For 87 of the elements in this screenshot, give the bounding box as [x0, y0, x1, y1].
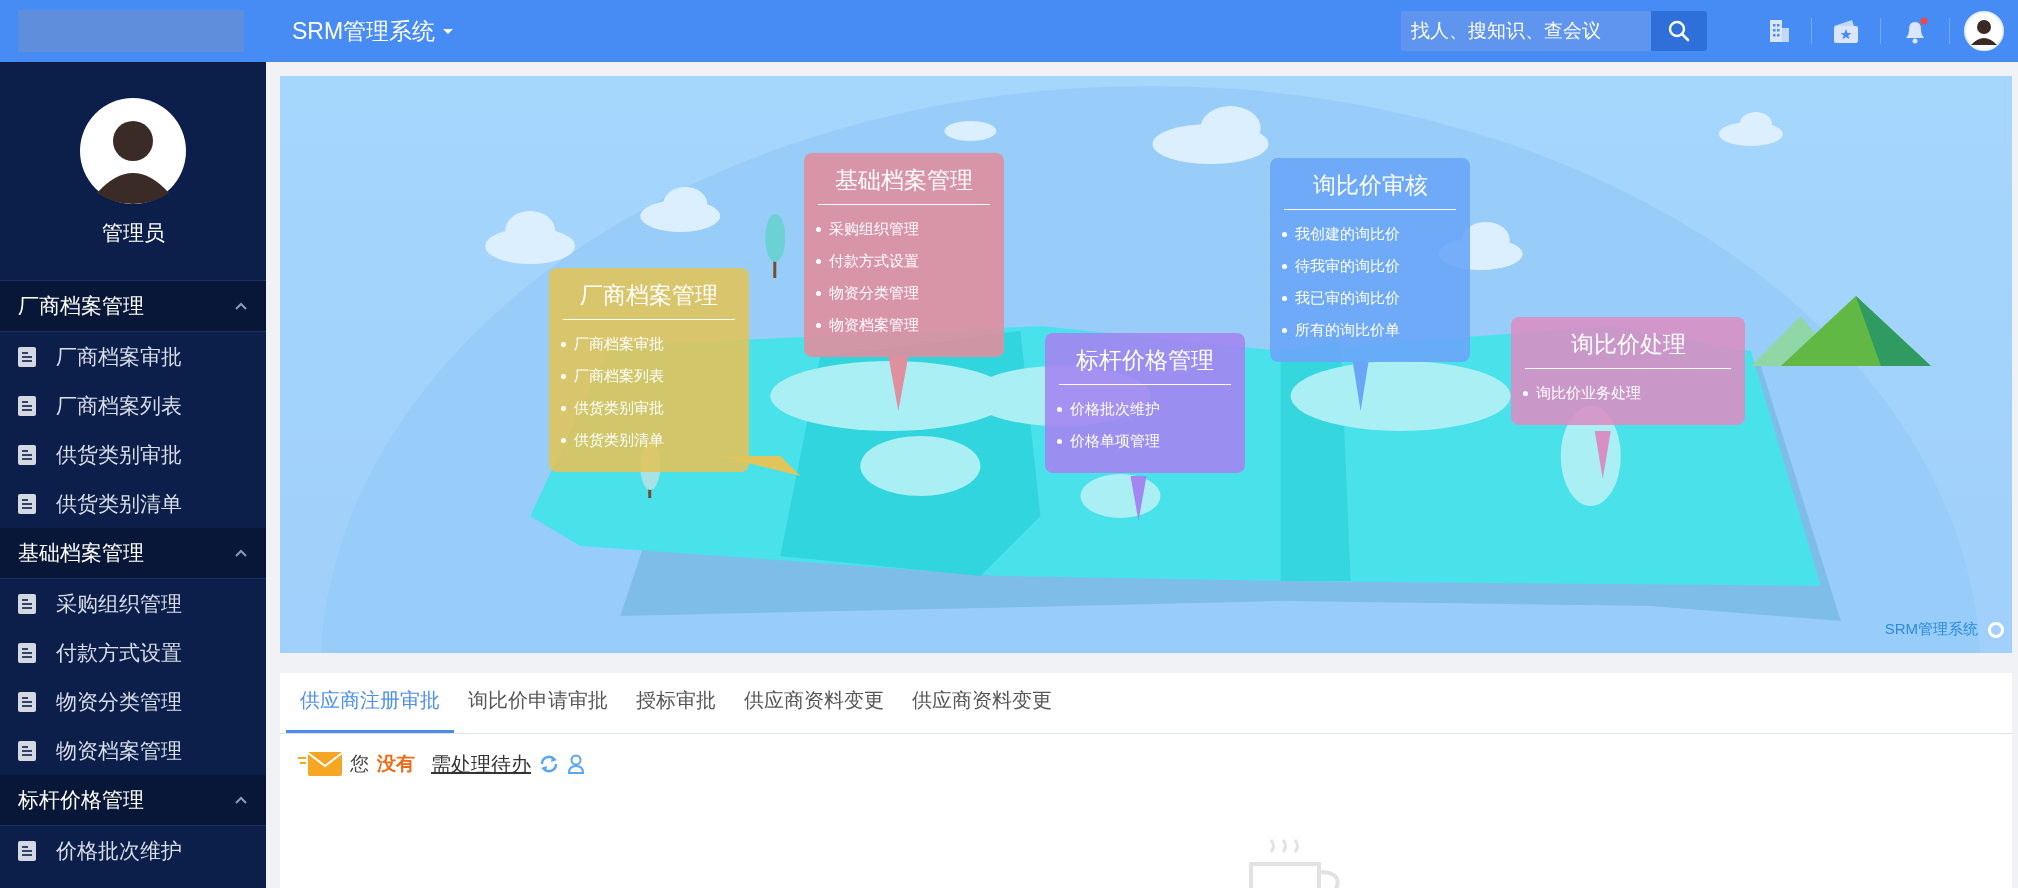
- task-count: 没有: [377, 752, 415, 776]
- bullet-icon: [561, 373, 566, 379]
- menu-item[interactable]: 采购组织管理: [0, 579, 266, 628]
- bullet-icon: [1282, 263, 1287, 269]
- module-card[interactable]: 基础档案管理 采购组织管理 付款方式设置 物资分类管理 物资档案管理: [804, 153, 1004, 357]
- menu-group-header[interactable]: 厂商档案管理: [0, 281, 266, 332]
- module-card[interactable]: 标杆价格管理 价格批次维护 价格单项管理: [1045, 333, 1245, 473]
- bullet-icon: [561, 341, 566, 347]
- card-title: 基础档案管理: [834, 166, 974, 195]
- bullet-icon: [816, 322, 821, 328]
- card-link[interactable]: 采购组织管理: [829, 219, 919, 239]
- document-icon: [18, 691, 36, 712]
- document-icon: [18, 642, 36, 663]
- tab[interactable]: 授标审批: [622, 673, 730, 733]
- avatar-icon[interactable]: [1964, 11, 2004, 51]
- envelope-icon: [298, 750, 342, 778]
- bullet-icon: [561, 405, 566, 411]
- bullet-icon: [816, 226, 821, 232]
- menu-group-header[interactable]: 基础档案管理: [0, 528, 266, 579]
- document-icon: [18, 593, 36, 614]
- tab[interactable]: 供应商资料变更: [730, 673, 898, 733]
- menu-item[interactable]: 价格批次维护: [0, 826, 266, 875]
- tab[interactable]: 供应商资料变更: [898, 673, 1066, 733]
- card-link[interactable]: 待我审的询比价: [1295, 256, 1400, 276]
- bullet-icon: [561, 437, 566, 443]
- document-icon: [18, 444, 36, 465]
- search-button[interactable]: [1651, 11, 1707, 51]
- chevron-up-icon: [234, 548, 248, 558]
- notice-text: 您: [350, 752, 369, 776]
- card-link[interactable]: 价格单项管理: [1070, 431, 1160, 451]
- avatar-icon: [79, 97, 187, 205]
- app-title-dropdown[interactable]: SRM管理系统: [292, 15, 454, 47]
- bullet-icon: [1282, 231, 1287, 237]
- document-icon: [18, 840, 36, 861]
- building-icon[interactable]: [1767, 18, 1791, 44]
- search-field[interactable]: 找人、搜知识、查会议: [1401, 11, 1651, 51]
- module-card[interactable]: 厂商档案管理 厂商档案审批 厂商档案列表 供货类别审批 供货类别清单: [549, 268, 749, 472]
- card-link[interactable]: 付款方式设置: [829, 251, 919, 271]
- card-link[interactable]: 物资分类管理: [829, 283, 919, 303]
- menu-item[interactable]: 物资分类管理: [0, 677, 266, 726]
- menu-item[interactable]: 供货类别清单: [0, 479, 266, 528]
- tab[interactable]: 供应商注册审批: [286, 673, 454, 733]
- card-link[interactable]: 价格批次维护: [1070, 399, 1160, 419]
- card-link[interactable]: 我已审的询比价: [1295, 288, 1400, 308]
- bullet-icon: [1282, 327, 1287, 333]
- document-icon: [18, 493, 36, 514]
- bullet-icon: [816, 258, 821, 264]
- card-link[interactable]: 厂商档案审批: [574, 334, 664, 354]
- menu-item[interactable]: 物资档案管理: [0, 726, 266, 775]
- banner-caption: SRM管理系统: [1884, 620, 1978, 639]
- card-link[interactable]: 我创建的询比价: [1295, 224, 1400, 244]
- search-icon: [1667, 19, 1691, 43]
- card-title: 厂商档案管理: [579, 281, 719, 310]
- person-icon[interactable]: [567, 754, 585, 774]
- menu-group-header[interactable]: 标杆价格管理: [0, 775, 266, 826]
- bullet-icon: [1057, 406, 1062, 412]
- document-icon: [18, 346, 36, 367]
- user-name: 管理员: [101, 220, 165, 246]
- caret-icon: [443, 28, 454, 34]
- menu-item[interactable]: 厂商档案审批: [0, 332, 266, 381]
- chevron-up-icon: [234, 795, 248, 805]
- star-box-icon[interactable]: [1832, 18, 1860, 44]
- menu-item[interactable]: 付款方式设置: [0, 628, 266, 677]
- refresh-icon[interactable]: [539, 754, 559, 774]
- bullet-icon: [1523, 390, 1528, 396]
- module-card[interactable]: 询比价处理 询比价业务处理: [1511, 317, 1745, 425]
- card-title: 询比价审核: [1311, 171, 1429, 200]
- bullet-icon: [816, 290, 821, 296]
- chevron-up-icon: [234, 301, 248, 311]
- card-link[interactable]: 供货类别清单: [574, 430, 664, 450]
- module-card[interactable]: 询比价审核 我创建的询比价 待我审的询比价 我已审的询比价 所有的询比价单: [1270, 158, 1470, 362]
- document-icon: [18, 395, 36, 416]
- card-link[interactable]: 所有的询比价单: [1295, 320, 1400, 340]
- card-link[interactable]: 物资档案管理: [829, 315, 919, 335]
- tab[interactable]: 询比价申请审批: [454, 673, 622, 733]
- bullet-icon: [1057, 438, 1062, 444]
- card-title: 标杆价格管理: [1075, 346, 1215, 375]
- menu-item[interactable]: 厂商档案列表: [0, 381, 266, 430]
- card-link[interactable]: 询比价业务处理: [1536, 383, 1641, 403]
- slide-dot-icon[interactable]: [1988, 621, 2004, 638]
- pending-tasks-link[interactable]: 需处理待办: [431, 750, 531, 778]
- menu-item[interactable]: 供货类别审批: [0, 430, 266, 479]
- card-link[interactable]: 供货类别审批: [574, 398, 664, 418]
- card-link[interactable]: 厂商档案列表: [574, 366, 664, 386]
- document-icon: [18, 740, 36, 761]
- bullet-icon: [1282, 295, 1287, 301]
- card-title: 询比价处理: [1569, 330, 1687, 359]
